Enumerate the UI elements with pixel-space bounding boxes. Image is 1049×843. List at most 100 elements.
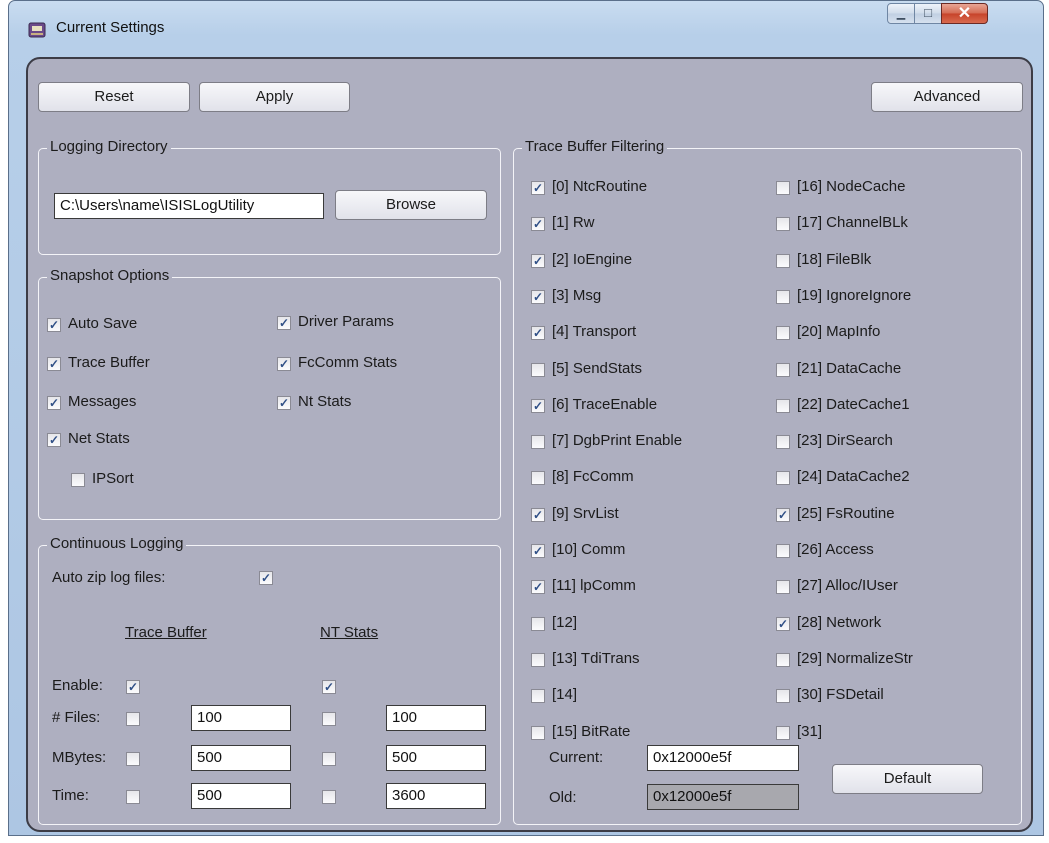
continuous-files-trace-field[interactable]: 100 [191,705,291,731]
trace-filter-7-dgbprint-enable-label: [7] DgbPrint Enable [552,432,683,449]
trace-filter-14-checkbox[interactable] [531,689,545,703]
trace-filter-26-access-label: [26] Access [797,541,874,558]
trace-filter-12-checkbox[interactable] [531,617,545,631]
trace-filter-9-srvlist-checkbox[interactable]: ✓ [531,508,545,522]
trace-filter-0-ntcroutine-label: [0] NtcRoutine [552,178,648,195]
minimize-button[interactable]: ▁ [887,3,915,24]
continuous-mbytes-label: MBytes: [52,749,107,766]
snapshot-messages-label: Messages [68,393,137,410]
continuous-files-label: # Files: [52,709,101,726]
trace-filter-24-datacache2-label: [24] DataCache2 [797,468,910,485]
trace-filter-13-tditrans-checkbox[interactable] [531,653,545,667]
trace-filter-10-comm-label: [10] Comm [552,541,626,558]
trace-filter-20-mapinfo-checkbox[interactable] [776,326,790,340]
trace-filter-3-msg-checkbox[interactable]: ✓ [531,290,545,304]
trace-buffer-filtering-title: Trace Buffer Filtering [522,138,668,155]
trace-filter-19-ignoreignore-label: [19] IgnoreIgnore [797,287,912,304]
continuous-enable-trace-checkbox[interactable]: ✓ [126,680,140,694]
snapshot-fccomm-stats-checkbox[interactable]: ✓ [277,357,291,371]
snapshot-nt-stats-checkbox[interactable]: ✓ [277,396,291,410]
trace-filter-21-datacache-checkbox[interactable] [776,363,790,377]
maximize-button[interactable]: □ [914,3,942,24]
snapshot-auto-save-checkbox[interactable]: ✓ [47,318,61,332]
continuous-time-nt-checkbox[interactable] [322,790,336,804]
continuous-files-nt-field[interactable]: 100 [386,705,486,731]
logging-path-field[interactable]: C:\Users\name\ISISLogUtility [54,193,324,219]
trace-filter-8-fccomm-checkbox[interactable] [531,471,545,485]
close-icon: ✕ [957,5,972,22]
snapshot-driver-params-checkbox[interactable]: ✓ [277,316,291,330]
default-button[interactable]: Default [832,764,983,794]
trace-filter-4-transport-label: [4] Transport [552,323,637,340]
trace-filter-26-access-checkbox[interactable] [776,544,790,558]
continuous-enable-nt-checkbox[interactable]: ✓ [322,680,336,694]
snapshot-messages-checkbox[interactable]: ✓ [47,396,61,410]
trace-filter-23-dirsearch-label: [23] DirSearch [797,432,893,449]
trace-filter-22-datecache1-label: [22] DateCache1 [797,396,910,413]
trace-filter-1-rw-checkbox[interactable]: ✓ [531,217,545,231]
trace-filter-0-ntcroutine-checkbox[interactable]: ✓ [531,181,545,195]
trace-filter-20-mapinfo-label: [20] MapInfo [797,323,881,340]
app-icon [27,20,47,40]
continuous-mbytes-nt-checkbox[interactable] [322,752,336,766]
trace-filter-29-normalizestr-checkbox[interactable] [776,653,790,667]
trace-filter-16-nodecache-checkbox[interactable] [776,181,790,195]
reset-button[interactable]: Reset [38,82,190,112]
trace-filter-2-ioengine-checkbox[interactable]: ✓ [531,254,545,268]
trace-filter-17-channelblk-checkbox[interactable] [776,217,790,231]
continuous-mbytes-nt-field[interactable]: 500 [386,745,486,771]
trace-filter-27-alloc-iuser-checkbox[interactable] [776,580,790,594]
trace-filter-21-datacache-label: [21] DataCache [797,360,902,377]
old-mask-label: Old: [549,789,577,806]
auto-zip-label: Auto zip log files: [52,569,166,586]
browse-button[interactable]: Browse [335,190,487,220]
trace-filter-15-bitrate-checkbox[interactable] [531,726,545,740]
trace-filter-31-checkbox[interactable] [776,726,790,740]
continuous-time-nt-field[interactable]: 3600 [386,783,486,809]
trace-filter-3-msg-label: [3] Msg [552,287,602,304]
trace-filter-14-label: [14] [552,686,578,703]
trace-filter-30-fsdetail-checkbox[interactable] [776,689,790,703]
trace-filter-11-lpcomm-label: [11] lpComm [552,577,636,594]
trace-filter-7-dgbprint-enable-checkbox[interactable] [531,435,545,449]
trace-filter-23-dirsearch-checkbox[interactable] [776,435,790,449]
trace-filter-29-normalizestr-label: [29] NormalizeStr [797,650,913,667]
trace-filter-28-network-checkbox[interactable]: ✓ [776,617,790,631]
trace-filter-24-datacache2-checkbox[interactable] [776,471,790,485]
snapshot-ipsort-checkbox[interactable] [71,473,85,487]
continuous-files-trace-checkbox[interactable] [126,712,140,726]
continuous-time-trace-field[interactable]: 500 [191,783,291,809]
snapshot-nt-stats-label: Nt Stats [298,393,352,410]
trace-filter-28-network-label: [28] Network [797,614,882,631]
trace-filter-11-lpcomm-checkbox[interactable]: ✓ [531,580,545,594]
continuous-mbytes-trace-checkbox[interactable] [126,752,140,766]
continuous-time-trace-checkbox[interactable] [126,790,140,804]
trace-filter-6-traceenable-checkbox[interactable]: ✓ [531,399,545,413]
auto-zip-checkbox[interactable]: ✓ [259,571,273,585]
trace-filter-18-fileblk-checkbox[interactable] [776,254,790,268]
advanced-button[interactable]: Advanced [871,82,1023,112]
continuous-files-nt-checkbox[interactable] [322,712,336,726]
trace-filter-31-label: [31] [797,723,823,740]
snapshot-trace-buffer-label: Trace Buffer [68,354,150,371]
continuous-logging-title: Continuous Logging [47,535,187,552]
current-mask-label: Current: [549,749,604,766]
old-mask-field: 0x12000e5f [647,784,799,810]
trace-filter-4-transport-checkbox[interactable]: ✓ [531,326,545,340]
trace-filter-19-ignoreignore-checkbox[interactable] [776,290,790,304]
trace-filter-22-datecache1-checkbox[interactable] [776,399,790,413]
trace-filter-25-fsroutine-checkbox[interactable]: ✓ [776,508,790,522]
snapshot-net-stats-label: Net Stats [68,430,130,447]
close-button[interactable]: ✕ [941,3,988,24]
trace-filter-10-comm-checkbox[interactable]: ✓ [531,544,545,558]
continuous-enable-label: Enable: [52,677,103,694]
snapshot-net-stats-checkbox[interactable]: ✓ [47,433,61,447]
snapshot-trace-buffer-checkbox[interactable]: ✓ [47,357,61,371]
snapshot-auto-save-label: Auto Save [68,315,138,332]
current-mask-field[interactable]: 0x12000e5f [647,745,799,771]
trace-filter-5-sendstats-checkbox[interactable] [531,363,545,377]
trace-filter-6-traceenable-label: [6] TraceEnable [552,396,658,413]
continuous-mbytes-trace-field[interactable]: 500 [191,745,291,771]
trace-filter-12-label: [12] [552,614,578,631]
apply-button[interactable]: Apply [199,82,350,112]
